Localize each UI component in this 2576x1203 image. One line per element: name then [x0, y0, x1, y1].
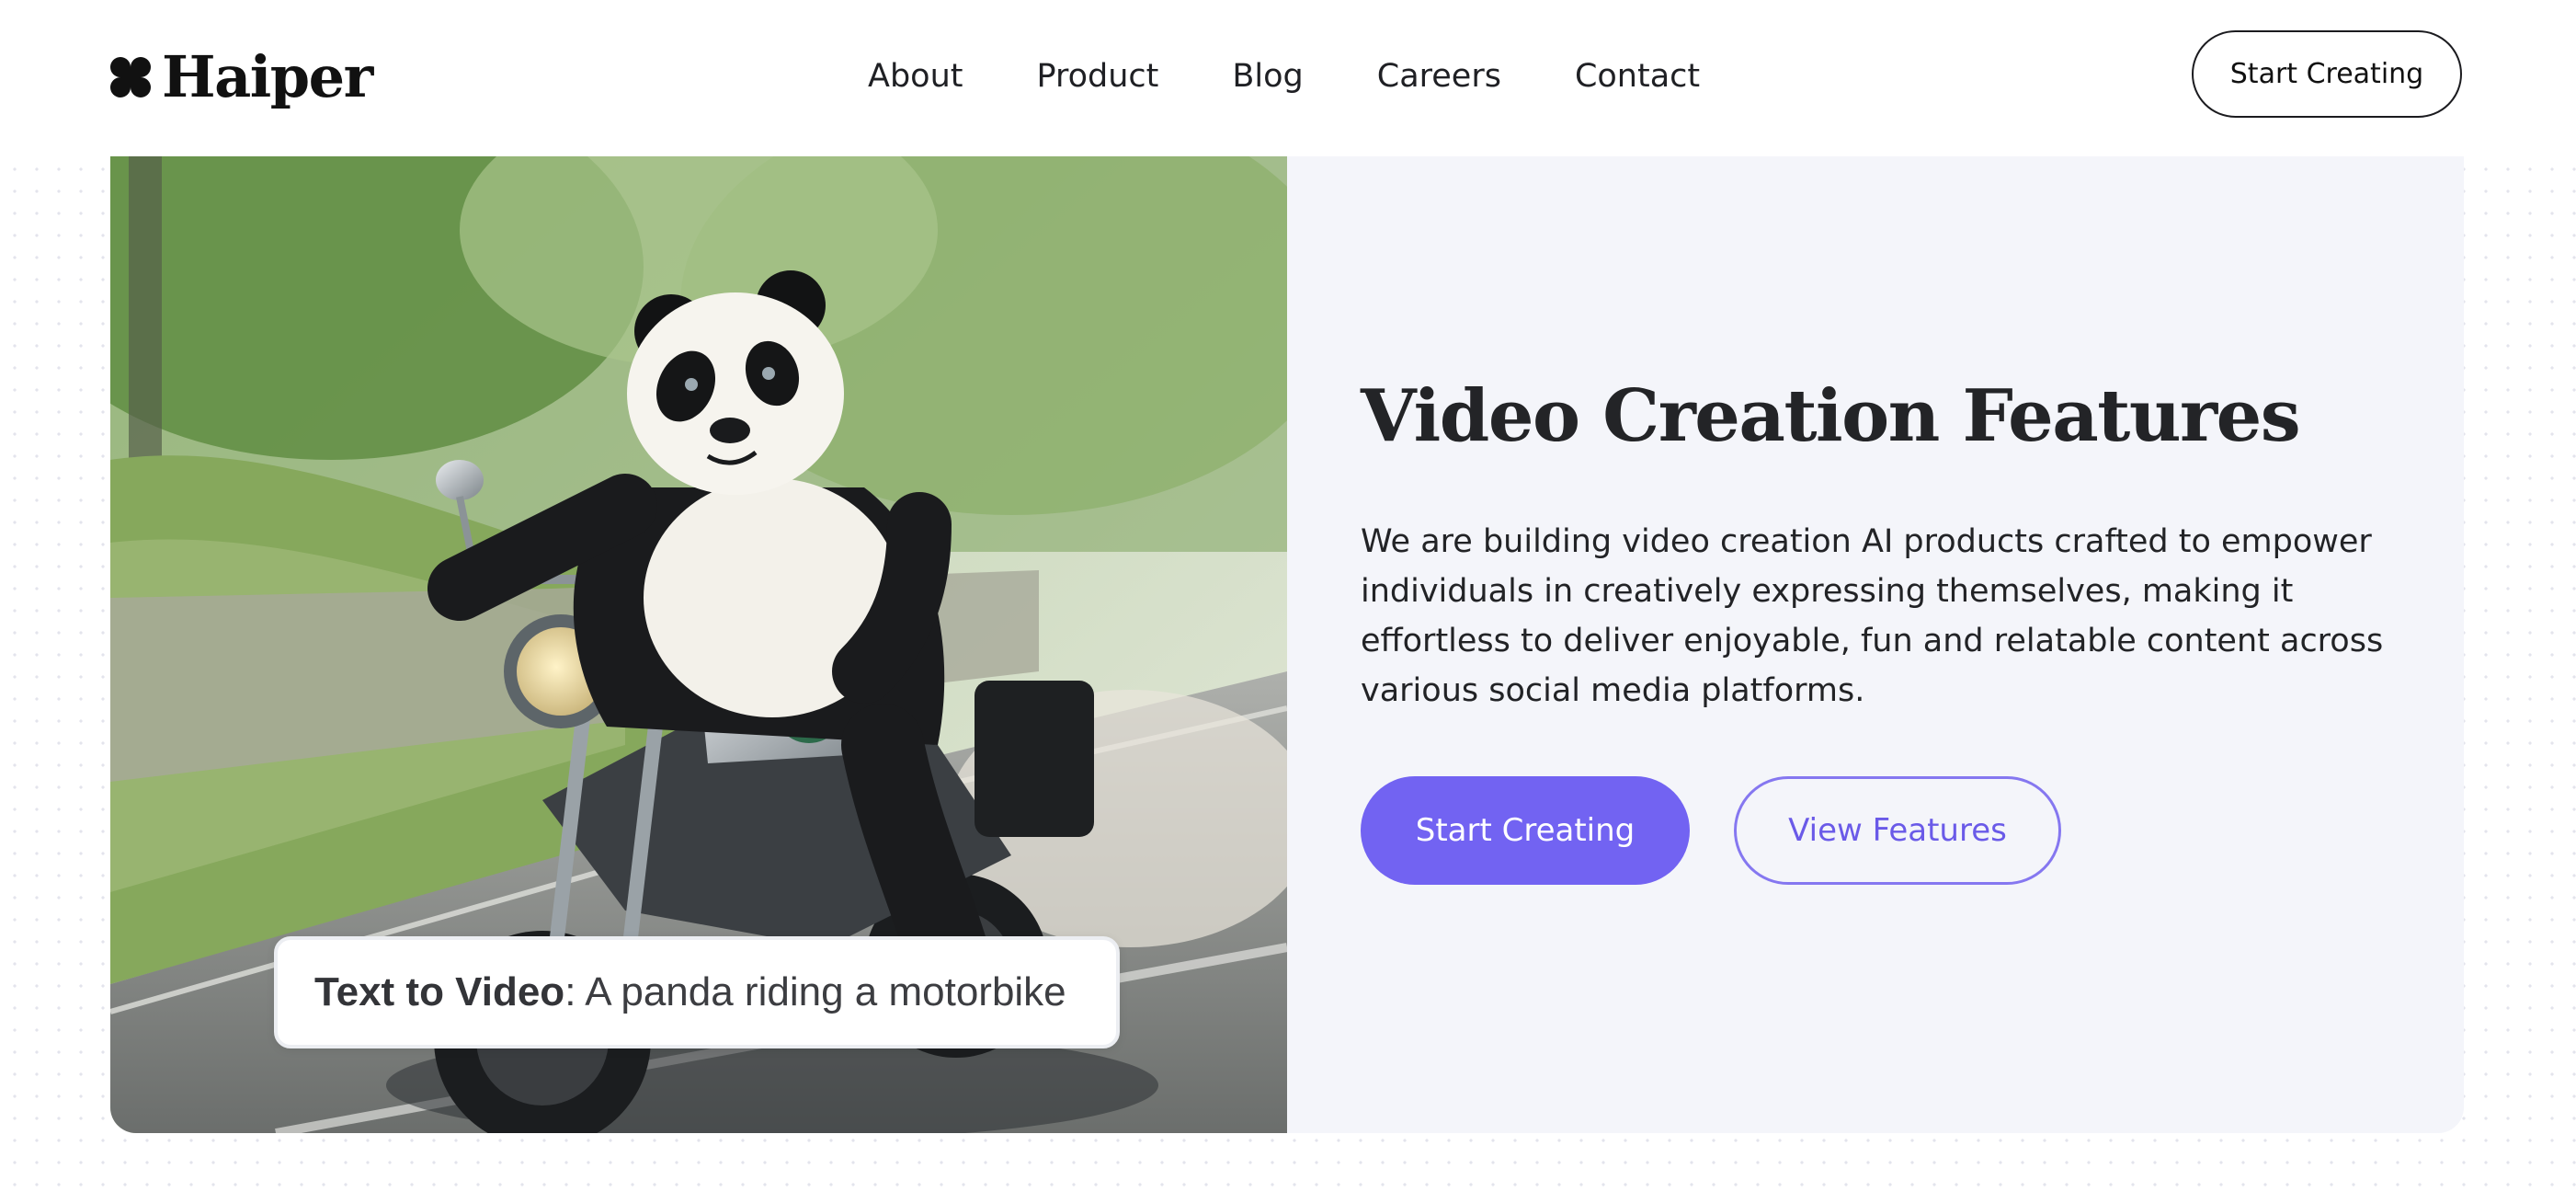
brand-logo[interactable]: Haiper: [108, 42, 373, 112]
nav-blog[interactable]: Blog: [1232, 58, 1303, 95]
main-nav: About Product Blog Careers Contact: [868, 52, 1700, 101]
brand-name: Haiper: [162, 43, 373, 110]
hero-title: Video Creation Features: [1361, 374, 2301, 458]
caption-mode-label: Text to Video: [314, 969, 565, 1014]
nav-product[interactable]: Product: [1036, 58, 1158, 95]
caption-prompt-text: : A panda riding a motorbike: [564, 969, 1066, 1014]
site-header: Haiper About Product Blog Careers Contac…: [0, 0, 2576, 155]
nav-contact[interactable]: Contact: [1575, 58, 1700, 95]
view-features-button[interactable]: View Features: [1734, 776, 2061, 885]
hero-video[interactable]: Text to Video: A panda riding a motorbik…: [110, 156, 1287, 1133]
hero-description: We are building video creation AI produc…: [1361, 523, 2384, 709]
nav-careers[interactable]: Careers: [1377, 58, 1501, 95]
video-caption: Text to Video: A panda riding a motorbik…: [274, 936, 1120, 1048]
hero-content: Video Creation Features We are building …: [1361, 156, 2409, 1133]
start-creating-button[interactable]: Start Creating: [1361, 776, 1690, 885]
hero-card: Text to Video: A panda riding a motorbik…: [110, 156, 2464, 1133]
clover-logo-icon: [108, 55, 153, 99]
header-start-creating-button[interactable]: Start Creating: [2192, 30, 2462, 118]
nav-about[interactable]: About: [868, 58, 963, 95]
